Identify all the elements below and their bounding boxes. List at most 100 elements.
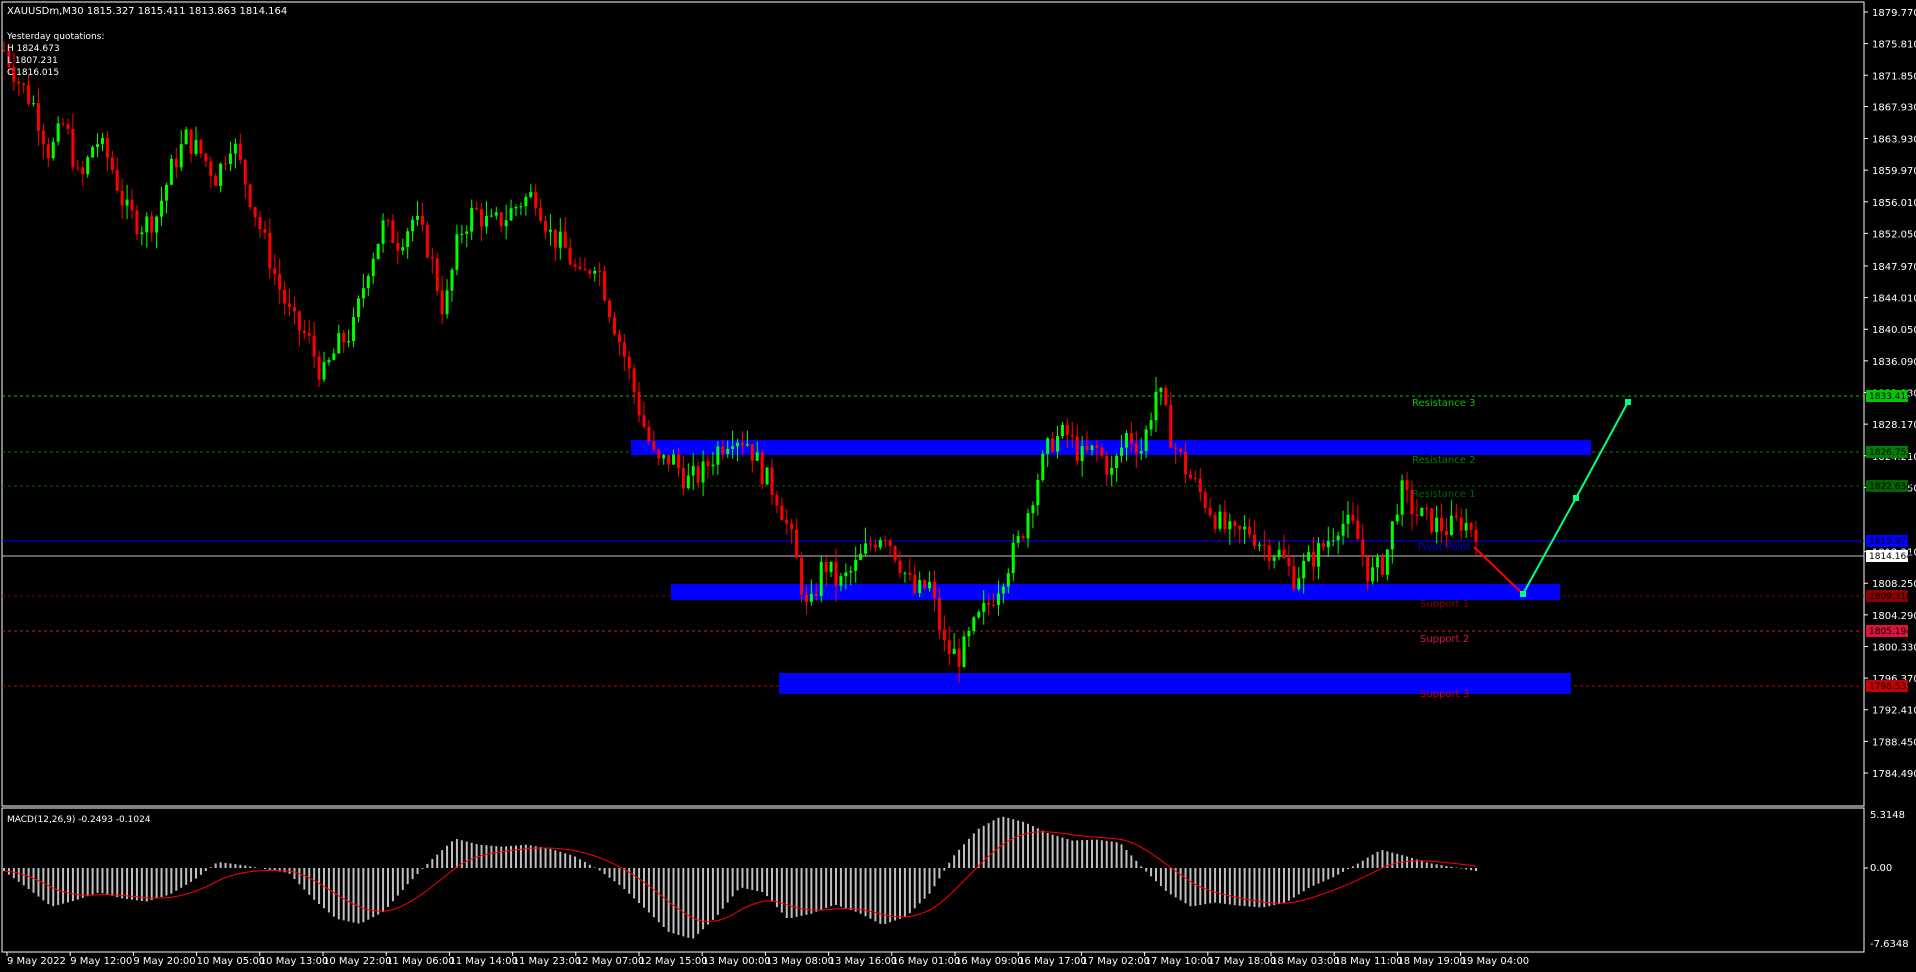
candle-body <box>1159 387 1163 392</box>
candle-body <box>977 611 981 618</box>
time-tick-label: 19 May 04:00 <box>1461 956 1530 967</box>
candle-body <box>371 258 375 277</box>
candle-body <box>1282 549 1286 558</box>
candle-body <box>612 317 616 335</box>
candle-body <box>1331 540 1335 542</box>
candle-body <box>1105 455 1109 475</box>
candle-body <box>273 268 277 275</box>
time-tick-label: 18 May 03:00 <box>1271 956 1340 967</box>
candle-body <box>317 356 321 380</box>
candle-body <box>489 215 493 217</box>
candle-body <box>603 271 607 301</box>
candle-body <box>36 103 40 131</box>
candle-body <box>1095 445 1099 448</box>
macd-pane-frame <box>1 807 1865 953</box>
candle-body <box>588 270 592 274</box>
candle-body <box>278 274 282 290</box>
projection[interactable] <box>1473 399 1631 597</box>
candle-body <box>435 258 439 291</box>
candle-body <box>716 446 720 465</box>
candle-body <box>647 426 651 442</box>
candle-body <box>918 580 922 594</box>
candle-body <box>1366 556 1370 582</box>
candle-body <box>1016 536 1020 543</box>
candle-body <box>1174 447 1178 449</box>
candle-body <box>755 452 759 461</box>
candle-body <box>819 561 823 596</box>
candle-body <box>992 604 996 606</box>
resistance-3-label: Resistance 3 <box>1412 398 1475 409</box>
candle-body <box>297 311 301 331</box>
badge-resistance-2-text: 1826.752 <box>1869 448 1912 458</box>
candle-body <box>1415 514 1419 517</box>
candle-body <box>356 298 360 318</box>
candle-body <box>864 543 868 554</box>
candle-body <box>573 264 577 267</box>
macd-axis: 5.3148 0.00 -7.6348 <box>1870 810 1909 950</box>
time-tick-label: 17 May 18:00 <box>1208 956 1277 967</box>
support-zone-upper[interactable] <box>671 584 1560 600</box>
candle-body <box>873 544 877 548</box>
candle-body <box>174 158 178 168</box>
candle-body <box>307 332 311 336</box>
candle-body <box>1292 566 1296 590</box>
candle-body <box>91 146 95 158</box>
candle-body <box>982 602 986 612</box>
candle-body <box>839 576 843 586</box>
candle-body <box>1469 522 1473 531</box>
candle-body <box>1474 530 1478 542</box>
level-lines <box>2 395 1864 687</box>
candle-body <box>1036 479 1040 506</box>
candle-body <box>534 192 538 209</box>
candle-body <box>967 631 971 637</box>
candle-body <box>903 572 907 574</box>
candle-body <box>947 640 951 655</box>
candle-body <box>1435 517 1439 533</box>
candle-body <box>913 574 917 594</box>
candle-body <box>396 242 400 251</box>
time-tick-label: 9 May 12:00 <box>70 956 132 967</box>
candle-body <box>711 464 715 467</box>
candle-body <box>878 539 882 548</box>
candle-body <box>637 391 641 416</box>
candle-body <box>105 138 109 158</box>
resistance-1-label: Resistance 1 <box>1412 489 1475 500</box>
candle-body <box>740 442 744 446</box>
time-tick-label: 17 May 02:00 <box>1081 956 1150 967</box>
yesterday-low: L 1807.231 <box>7 56 58 66</box>
candle-body <box>155 216 159 233</box>
time-tick-label: 11 May 06:00 <box>386 956 455 967</box>
candle-body <box>406 231 410 248</box>
candle-body <box>302 330 306 333</box>
time-axis: 9 May 2022 9 May 12:00 9 May 20:00 10 May 0… <box>6 952 1530 967</box>
candle-body <box>376 243 380 259</box>
price-tick-label: 1844.010 <box>1872 294 1916 305</box>
candle-body <box>1233 521 1237 526</box>
candle-body <box>61 123 65 125</box>
candle-body <box>1001 586 1005 594</box>
candle-body <box>1060 424 1064 437</box>
candle-body <box>529 192 533 197</box>
candle-body <box>327 359 331 363</box>
time-tick-label: 13 May 08:00 <box>765 956 834 967</box>
trading-chart[interactable]: Resistance 3 Resistance 2 Resistance 1 P… <box>0 0 1916 972</box>
candle-body <box>1316 543 1320 567</box>
candle-body <box>1021 536 1025 539</box>
candle-body <box>1154 391 1158 421</box>
candle-body <box>1464 522 1468 531</box>
candle-body <box>932 581 936 598</box>
candle-body <box>411 219 415 232</box>
candle-body <box>416 215 420 220</box>
candle-body <box>1051 438 1055 452</box>
candle-body <box>160 200 164 217</box>
yesterday-high: H 1824.673 <box>7 44 60 54</box>
candle-body <box>706 461 710 467</box>
time-tick-label: 16 May 17:00 <box>1018 956 1087 967</box>
candle-body <box>1430 508 1434 533</box>
macd-axis-top: 5.3148 <box>1870 810 1905 821</box>
resistance-zone[interactable] <box>631 440 1591 455</box>
price-tick-label: 1879.770 <box>1872 8 1916 19</box>
candle-body <box>1193 478 1197 480</box>
candle-body <box>140 232 144 235</box>
symbol-quote: XAUUSDm,M30 1815.327 1815.411 1813.863 1… <box>7 6 287 17</box>
